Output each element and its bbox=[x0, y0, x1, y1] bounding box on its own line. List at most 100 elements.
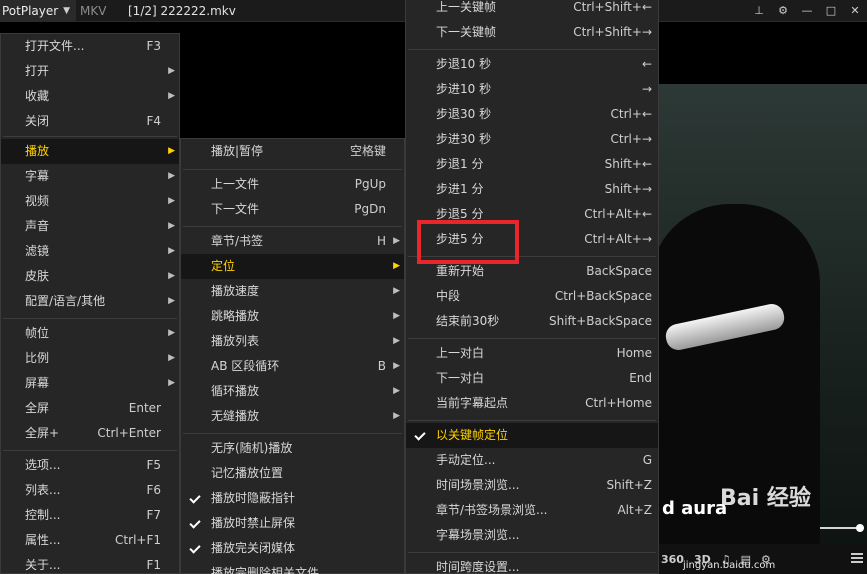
menu-item-label: 时间场景浏览... bbox=[436, 478, 520, 492]
m3-menu-item[interactable]: 中段 Ctrl+BackSpace bbox=[406, 284, 658, 309]
m1-menu-item[interactable]: 比例 ▶ bbox=[1, 346, 179, 371]
m2-menu-item[interactable]: 无缝播放 ▶ bbox=[181, 404, 404, 429]
settings-icon[interactable]: ⚙ bbox=[771, 0, 795, 22]
m2-menu-item[interactable]: 播放速度 ▶ bbox=[181, 279, 404, 304]
m1-menu-item[interactable]: 配置/语言/其他 ▶ bbox=[1, 289, 179, 314]
m2-menu-item[interactable]: 播放列表 ▶ bbox=[181, 329, 404, 354]
m3-menu-item[interactable]: 结束前30秒 Shift+BackSpace bbox=[406, 309, 658, 334]
m1-menu-item[interactable]: 屏幕 ▶ bbox=[1, 371, 179, 396]
chevron-right-icon: ▶ bbox=[393, 361, 400, 371]
m3-menu-item[interactable]: 章节/书签场景浏览... Alt+Z bbox=[406, 498, 658, 523]
m2-menu-item[interactable]: 上一文件 PgUp bbox=[181, 172, 404, 197]
bottom-control-bar: 360 3D ♫ ▤ ⚙ jingyan.baidu.com bbox=[655, 544, 867, 574]
m2-menu-item[interactable]: 记忆播放位置 bbox=[181, 461, 404, 486]
pin-icon[interactable]: ⊥ bbox=[747, 0, 771, 22]
menu-item-shortcut: F7 bbox=[146, 508, 161, 522]
menu-separator bbox=[183, 226, 402, 227]
menu-item-shortcut: 空格键 bbox=[349, 144, 386, 158]
m3-menu-item[interactable]: 时间跨度设置... bbox=[406, 555, 658, 574]
baidu-watermark: Bai 经验 bbox=[720, 486, 811, 511]
m3-menu-item[interactable]: 当前字幕起点 Ctrl+Home bbox=[406, 391, 658, 416]
m1-menu-item[interactable]: 全屏 Enter bbox=[1, 396, 179, 421]
m1-menu-item[interactable]: 属性... Ctrl+F1 bbox=[1, 528, 179, 553]
volume-slider-handle[interactable] bbox=[856, 524, 864, 532]
menu-item-label: 关于... bbox=[25, 558, 61, 572]
360-icon[interactable]: 360 bbox=[661, 553, 684, 566]
m1-menu-item[interactable]: 控制... F7 bbox=[1, 503, 179, 528]
menu-item-label: 播放时隐蔽指针 bbox=[211, 491, 296, 505]
m1-menu-item[interactable]: 收藏 ▶ bbox=[1, 84, 179, 109]
m2-menu-item[interactable]: 播放|暂停 空格键 bbox=[181, 139, 404, 164]
checkmark-icon bbox=[189, 543, 200, 554]
checkmark-icon bbox=[414, 430, 425, 441]
play-submenu: 播放|暂停 空格键 上一文件 PgUp 下一文件 PgDn 章节/书签 H ▶ 定位 ▶ 播放速度 ▶ 跳… bbox=[180, 138, 405, 574]
menu-item-label: 视频 bbox=[25, 194, 50, 208]
menu-item-shortcut: F5 bbox=[146, 458, 161, 472]
m1-menu-item[interactable]: 关于... F1 bbox=[1, 553, 179, 574]
menu-separator bbox=[3, 318, 177, 319]
m2-menu-item[interactable]: 播放完关闭媒体 bbox=[181, 536, 404, 561]
m3-menu-item[interactable]: 步进10 秒 → bbox=[406, 77, 658, 102]
m1-menu-item[interactable]: 皮肤 ▶ bbox=[1, 264, 179, 289]
menu-item-label: 播放|暂停 bbox=[211, 144, 264, 158]
chevron-right-icon: ▶ bbox=[393, 286, 400, 296]
m1-menu-item[interactable]: 打开 ▶ bbox=[1, 59, 179, 84]
m3-menu-item[interactable]: 上一关键帧 Ctrl+Shift+← bbox=[406, 0, 658, 20]
m3-menu-item[interactable]: 下一对白 End bbox=[406, 366, 658, 391]
m2-menu-item[interactable]: 章节/书签 H ▶ bbox=[181, 229, 404, 254]
m2-menu-item[interactable]: 下一文件 PgDn bbox=[181, 197, 404, 222]
menu-item-shortcut: H bbox=[376, 234, 386, 248]
m3-menu-item[interactable]: 步进30 秒 Ctrl+→ bbox=[406, 127, 658, 152]
m1-menu-item[interactable]: 声音 ▶ bbox=[1, 214, 179, 239]
app-menu-button[interactable]: PotPlayer ▼ bbox=[0, 0, 76, 22]
main-context-menu: 打开文件... F3 打开 ▶ 收藏 ▶ 关闭 F4 播放 ▶ 字幕 ▶ 视频 ▶ 声音 ▶ 滤镜 ▶ 皮肤 ▶ 配置/… bbox=[0, 33, 180, 574]
menu-item-shortcut: Ctrl+BackSpace bbox=[554, 289, 652, 303]
menu-item-shortcut: F1 bbox=[146, 558, 161, 572]
menu-item-label: 控制... bbox=[25, 508, 61, 522]
menu-separator bbox=[408, 338, 656, 339]
m1-menu-item[interactable]: 滤镜 ▶ bbox=[1, 239, 179, 264]
menu-item-label: 上一文件 bbox=[211, 177, 260, 191]
m2-menu-item[interactable]: 播放时禁止屏保 bbox=[181, 511, 404, 536]
m3-menu-item[interactable]: 上一对白 Home bbox=[406, 341, 658, 366]
m2-menu-item[interactable]: AB 区段循环 B ▶ bbox=[181, 354, 404, 379]
m1-menu-item[interactable]: 字幕 ▶ bbox=[1, 164, 179, 189]
menu-item-label: 重新开始 bbox=[436, 264, 485, 278]
m1-menu-item[interactable]: 打开文件... F3 bbox=[1, 34, 179, 59]
maximize-icon[interactable]: □ bbox=[819, 0, 843, 22]
m1-menu-item[interactable]: 全屏+ Ctrl+Enter bbox=[1, 421, 179, 446]
menu-item-shortcut: Shift+BackSpace bbox=[548, 314, 652, 328]
m2-menu-item[interactable]: 播放完删除相关文件 bbox=[181, 561, 404, 574]
m1-menu-item[interactable]: 播放 ▶ bbox=[1, 139, 179, 164]
m3-menu-item[interactable]: 手动定位... G bbox=[406, 448, 658, 473]
menu-item-shortcut: Enter bbox=[128, 401, 161, 415]
m2-menu-item[interactable]: 跳略播放 ▶ bbox=[181, 304, 404, 329]
m3-menu-item[interactable]: 下一关键帧 Ctrl+Shift+→ bbox=[406, 20, 658, 45]
m1-menu-item[interactable]: 帧位 ▶ bbox=[1, 321, 179, 346]
menu-item-label: 循环播放 bbox=[211, 384, 260, 398]
m2-menu-item[interactable]: 定位 ▶ bbox=[181, 254, 404, 279]
m3-menu-item[interactable]: 时间场景浏览... Shift+Z bbox=[406, 473, 658, 498]
m2-menu-item[interactable]: 无序(随机)播放 bbox=[181, 436, 404, 461]
close-icon[interactable]: ✕ bbox=[843, 0, 867, 22]
menu-item-label: 步进10 秒 bbox=[436, 82, 492, 96]
m1-menu-item[interactable]: 选项... F5 bbox=[1, 453, 179, 478]
minimize-icon[interactable]: — bbox=[795, 0, 819, 22]
m3-menu-item[interactable]: 步退1 分 Shift+← bbox=[406, 152, 658, 177]
m3-menu-item[interactable]: 字幕场景浏览... bbox=[406, 523, 658, 548]
m2-menu-item[interactable]: 循环播放 ▶ bbox=[181, 379, 404, 404]
m2-menu-item[interactable]: 播放时隐蔽指针 bbox=[181, 486, 404, 511]
m1-menu-item[interactable]: 关闭 F4 bbox=[1, 109, 179, 134]
menu-item-label: 步进1 分 bbox=[436, 182, 484, 196]
m3-menu-item[interactable]: 步退30 秒 Ctrl+← bbox=[406, 102, 658, 127]
chevron-right-icon: ▶ bbox=[393, 236, 400, 246]
m3-menu-item[interactable]: 以关键帧定位 bbox=[406, 423, 658, 448]
menu-item-label: 手动定位... bbox=[436, 453, 496, 467]
menu-separator bbox=[3, 136, 177, 137]
menu-item-label: 以关键帧定位 bbox=[436, 428, 509, 442]
m1-menu-item[interactable]: 视频 ▶ bbox=[1, 189, 179, 214]
m3-menu-item[interactable]: 步退10 秒 ← bbox=[406, 52, 658, 77]
m3-menu-item[interactable]: 步进1 分 Shift+→ bbox=[406, 177, 658, 202]
m1-menu-item[interactable]: 列表... F6 bbox=[1, 478, 179, 503]
menu-icon[interactable] bbox=[851, 553, 863, 563]
